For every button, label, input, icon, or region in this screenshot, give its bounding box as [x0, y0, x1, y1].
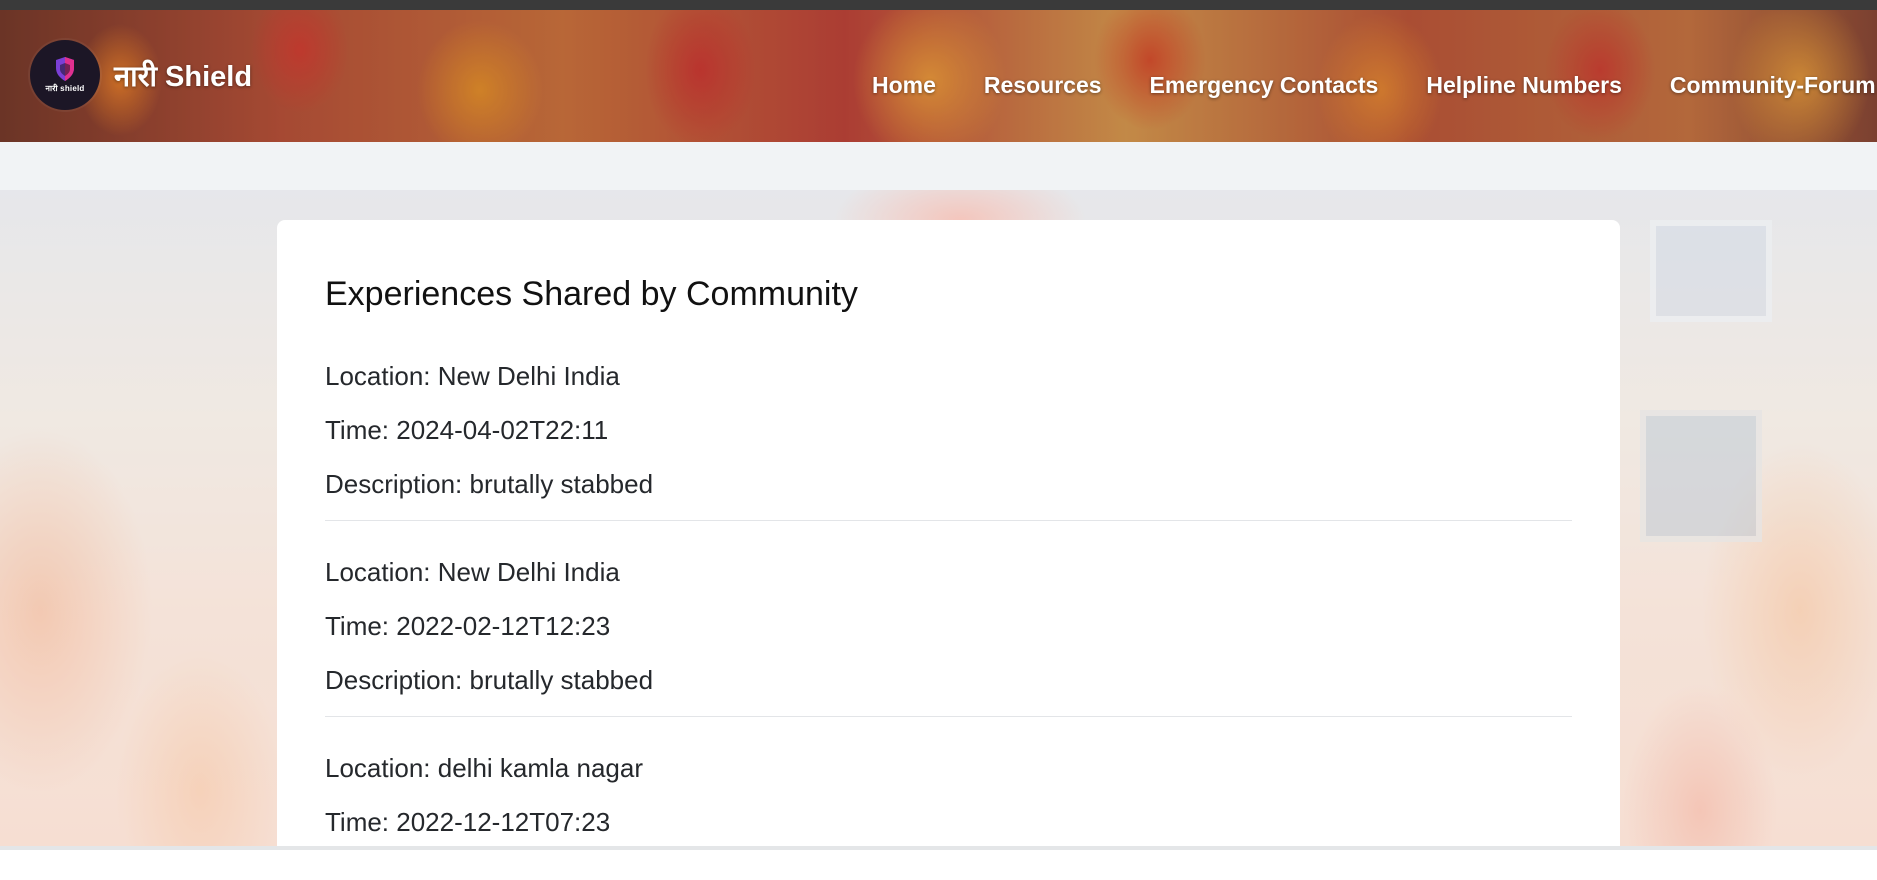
nav-link-helpline-numbers[interactable]: Helpline Numbers — [1426, 72, 1622, 99]
brand[interactable]: नारी shield नारी Shield — [30, 40, 252, 110]
nav-link-resources[interactable]: Resources — [984, 72, 1102, 99]
nav-link-home[interactable]: Home — [872, 72, 936, 99]
experience-entry: Location: delhi kamla nagar Time: 2022-1… — [325, 750, 1572, 840]
entry-time: Time: 2022-02-12T12:23 — [325, 611, 611, 641]
entry-time: Time: 2022-12-12T07:23 — [325, 807, 611, 837]
entry-location: Location: delhi kamla nagar — [325, 753, 643, 783]
entry-location: Location: New Delhi India — [325, 557, 620, 587]
brand-name[interactable]: नारी Shield — [114, 56, 252, 95]
nav-links: Home Resources Emergency Contacts Helpli… — [872, 72, 1876, 99]
entry-location: Location: New Delhi India — [325, 361, 620, 391]
experiences-card: Experiences Shared by Community Location… — [277, 220, 1620, 880]
page-title: Experiences Shared by Community — [325, 275, 858, 313]
shield-icon — [56, 57, 74, 81]
entry-time: Time: 2024-04-02T22:11 — [325, 415, 609, 445]
experience-entry: Location: New Delhi India Time: 2024-04-… — [325, 358, 1572, 521]
entry-description: Description: brutally stabbed — [325, 665, 654, 695]
nav-link-community-forum[interactable]: Community-Forum — [1670, 72, 1876, 99]
entry-description: Description: brutally stabbed — [325, 469, 654, 499]
experience-entry: Location: New Delhi India Time: 2022-02-… — [325, 554, 1572, 717]
brand-logo-text: नारी shield — [45, 84, 85, 93]
nav-link-emergency-contacts[interactable]: Emergency Contacts — [1150, 72, 1379, 99]
viewport-bottom-edge — [0, 846, 1877, 850]
experience-list: Location: New Delhi India Time: 2024-04-… — [325, 358, 1572, 840]
navbar: नारी shield नारी Shield Home Resources E… — [0, 10, 1877, 142]
header-spacer — [0, 142, 1877, 190]
brand-logo[interactable]: नारी shield — [30, 40, 100, 110]
window-top-strip — [0, 0, 1877, 10]
